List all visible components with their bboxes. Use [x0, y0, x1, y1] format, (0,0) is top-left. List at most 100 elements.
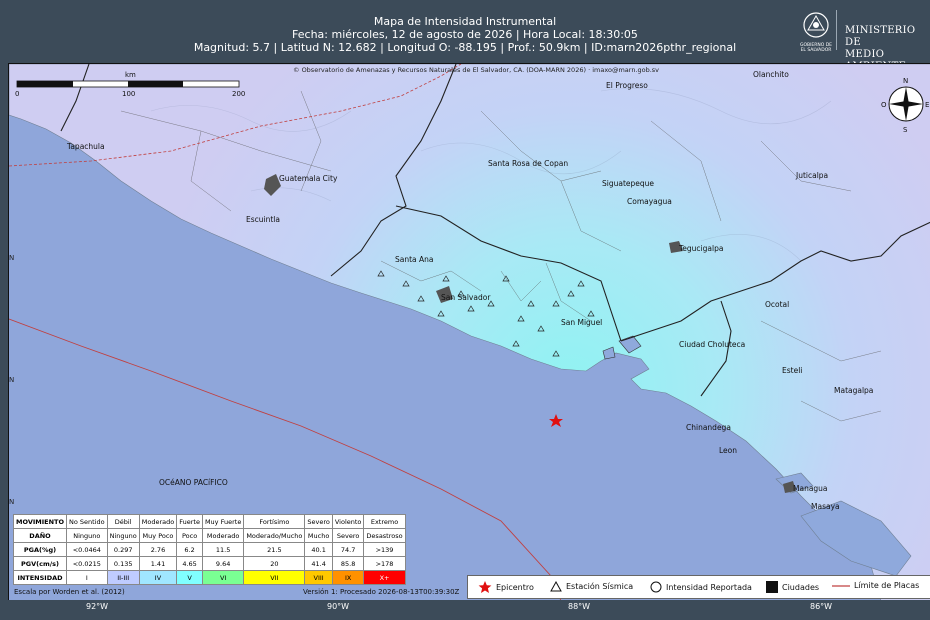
lat-tick-2: N — [9, 376, 15, 384]
label-santa-rosa: Santa Rosa de Copan — [488, 159, 568, 168]
map-title: Mapa de Intensidad Instrumental — [373, 15, 557, 28]
label-tegucigalpa: Tegucigalpa — [678, 244, 723, 253]
legend-cell: Extremo — [363, 514, 406, 529]
label-ocotal: Ocotal — [765, 300, 789, 309]
event-parameters: Magnitud: 5.7 | Latitud N: 12.682 | Long… — [193, 41, 737, 54]
legend-ciudades: Ciudades — [766, 581, 819, 593]
legend-cell: PGV(cm/s) — [13, 556, 67, 571]
label-choluteca: Ciudad Choluteca — [679, 340, 745, 349]
legend-cell: Severo — [304, 514, 333, 529]
legend-row-dano: DAÑO Ninguno Ninguno Muy Poco Poco Moder… — [13, 528, 406, 543]
legend-cell: Muy Fuerte — [201, 514, 245, 529]
label-comayagua: Comayagua — [627, 197, 672, 206]
compass-n: N — [903, 77, 908, 85]
event-datetime: Fecha: miércoles, 12 de agosto de 2026 |… — [292, 28, 638, 41]
scale-unit: km — [125, 71, 136, 79]
legend-cell: Poco — [176, 528, 203, 543]
legend-cell: 74.7 — [331, 542, 365, 557]
intensity-swatch: II-III — [106, 570, 140, 585]
compass-s: S — [903, 126, 908, 134]
intensity-swatch: VIII — [304, 570, 333, 585]
legend-cell: Moderado — [201, 528, 245, 543]
legend-cell: Moderado/Mucho — [243, 528, 306, 543]
square-icon — [766, 581, 778, 593]
label-san-miguel: San Miguel — [561, 318, 602, 327]
map-header: Mapa de Intensidad Instrumental Fecha: m… — [0, 0, 930, 72]
label-olanchito: Olanchito — [753, 70, 789, 79]
label-juticalpa: Juticalpa — [795, 171, 828, 180]
intensity-swatch: VI — [201, 570, 245, 585]
version-info: Versión 1: Procesado 2026-08-13T00:39:30… — [303, 588, 460, 596]
legend-reportada: Intensidad Reportada — [650, 581, 752, 593]
label-matagalpa: Matagalpa — [834, 386, 873, 395]
label-ocean: OCéANO PACíFICO — [159, 478, 228, 487]
circle-icon — [650, 581, 662, 593]
legend-row-intensidad: INTENSIDAD I II-III IV V VI VII VIII IX … — [13, 570, 406, 585]
legend-cell: 21.5 — [243, 542, 306, 557]
label-escuintla: Escuintla — [246, 215, 280, 224]
label-masaya: Masaya — [811, 502, 840, 511]
label-guatemala-city: Guatemala City — [279, 174, 338, 183]
label-chinandega: Chinandega — [686, 423, 731, 432]
legend-cell: 0.297 — [106, 542, 140, 557]
legend-cell: Muy Poco — [138, 528, 178, 543]
scale-tick-100: 100 — [122, 90, 135, 98]
longitude-axis — [0, 600, 930, 620]
lon-tick-92: 92°W — [86, 602, 109, 611]
legend-cell: 0.135 — [106, 556, 140, 571]
legend-cell: Fortísimo — [243, 514, 306, 529]
legend-reportada-label: Intensidad Reportada — [666, 582, 752, 592]
compass-e: E — [925, 101, 929, 109]
legend-cell: 1.41 — [138, 556, 178, 571]
north-arrow: N S O E — [881, 74, 930, 138]
legend-cell: Moderado — [138, 514, 178, 529]
legend-cell: INTENSIDAD — [13, 570, 67, 585]
legend-placas-label: Límite de Placas — [854, 581, 920, 590]
legend-cell: 11.5 — [201, 542, 245, 557]
line-icon — [832, 584, 850, 587]
intensity-legend-table: MOVIMIENTO No Sentido Débil Moderado Fue… — [13, 514, 406, 585]
legend-cell: >178 — [363, 556, 406, 571]
legend-epicentro: Epicentro — [478, 581, 534, 593]
scale-reference: Escala por Worden et al. (2012) — [14, 588, 125, 596]
legend-row-pga: PGA(%g) <0.0464 0.297 2.76 6.2 11.5 21.5… — [13, 542, 406, 557]
label-esteli: Esteli — [782, 366, 802, 375]
lon-tick-90: 90°W — [327, 602, 350, 611]
scale-tick-200: 200 — [232, 90, 245, 98]
copyright-credit: © Observatorio de Amenazas y Recursos Na… — [293, 66, 660, 74]
triangle-icon — [550, 581, 562, 592]
legend-ciudades-label: Ciudades — [782, 582, 820, 592]
legend-cell: Violento — [331, 514, 365, 529]
logo-text-line2: EL SALVADOR — [801, 47, 832, 53]
symbol-legend: Epicentro Estación Sísmica Intensidad Re… — [467, 575, 930, 599]
lat-tick-3: N — [9, 498, 15, 506]
ministry-line1: MINISTERIO DE — [845, 25, 916, 48]
scale-tick-0: 0 — [15, 90, 19, 98]
legend-placas: Límite de Placas — [832, 581, 919, 590]
legend-cell: Severo — [331, 528, 365, 543]
legend-cell: 41.4 — [304, 556, 333, 571]
legend-cell: Ninguno — [66, 528, 108, 543]
legend-cell: 40.1 — [304, 542, 333, 557]
legend-row-movimiento: MOVIMIENTO No Sentido Débil Moderado Fue… — [13, 514, 406, 529]
legend-cell: >139 — [363, 542, 406, 557]
legend-cell: <0.0464 — [66, 542, 108, 557]
legend-cell: 9.64 — [201, 556, 245, 571]
legend-cell: Débil — [106, 514, 140, 529]
legend-cell: 6.2 — [176, 542, 203, 557]
legend-cell: 20 — [243, 556, 306, 571]
label-siguatepeque: Siguatepeque — [602, 179, 654, 188]
lon-tick-86: 86°W — [810, 602, 833, 611]
legend-cell: Mucho — [304, 528, 333, 543]
intensity-swatch: IX — [331, 570, 365, 585]
lat-tick-1: N — [9, 254, 15, 262]
legend-cell: 4.65 — [176, 556, 203, 571]
legend-cell: 2.76 — [138, 542, 178, 557]
label-el-progreso: El Progreso — [606, 81, 648, 90]
legend-cell: DAÑO — [13, 528, 67, 543]
government-logo: GOBIERNO DE EL SALVADOR — [798, 10, 834, 60]
legend-cell: Ninguno — [106, 528, 140, 543]
lon-tick-88: 88°W — [568, 602, 591, 611]
legend-cell: Fuerte — [176, 514, 203, 529]
legend-cell: PGA(%g) — [13, 542, 67, 557]
